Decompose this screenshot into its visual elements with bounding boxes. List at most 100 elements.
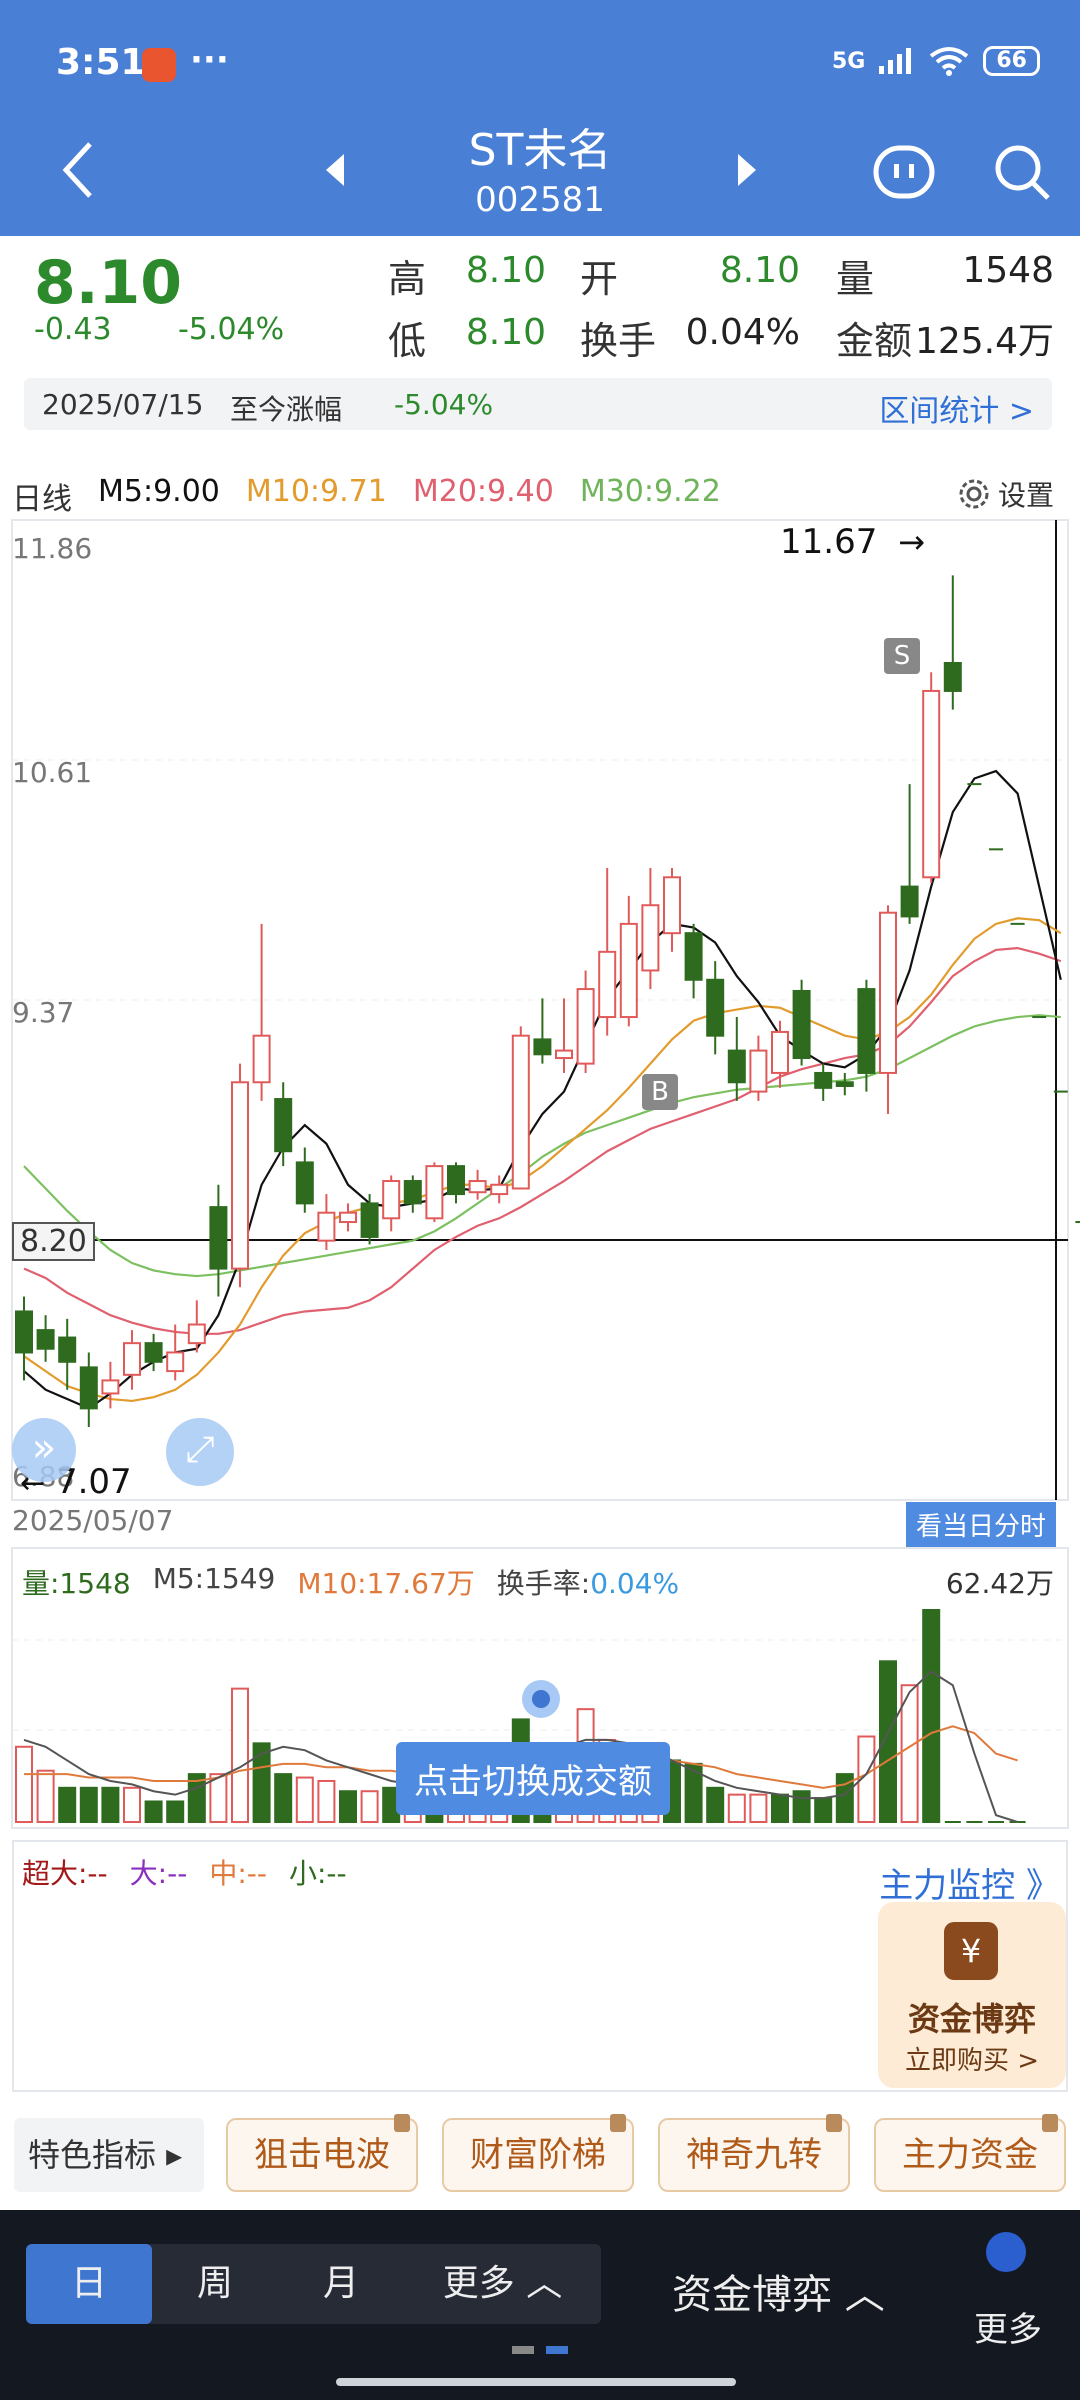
volume-bar [295, 1776, 314, 1823]
promo-title: 资金博弈 [907, 2000, 1036, 2038]
candle-body [123, 1342, 141, 1376]
candle-body [403, 1180, 422, 1205]
page-indicator-dot-active [546, 2346, 568, 2354]
candle-body [619, 922, 638, 1019]
volume-bar [144, 1800, 163, 1824]
lock-icon [826, 2114, 842, 2132]
candle-body [382, 1180, 401, 1220]
volume-bar [15, 1745, 33, 1823]
axis-mid2-label: 9.37 [12, 996, 75, 1029]
turnover-rate-value: 0.04% [590, 1567, 680, 1600]
candle-body [663, 876, 681, 935]
volume-bar [360, 1790, 379, 1824]
home-indicator[interactable] [336, 2378, 736, 2386]
candle-body [231, 1081, 249, 1270]
candle-body [339, 1211, 357, 1224]
volume-max-label: 62.42万 [945, 1567, 1054, 1600]
volume-bar [792, 1790, 811, 1824]
period-month[interactable]: 月 [278, 2244, 404, 2324]
candle-body [706, 978, 725, 1037]
candle-body [555, 1049, 573, 1060]
start-date-label: 2025/05/07 [12, 1504, 174, 1537]
max-price-annotation: 11.67 → [780, 522, 925, 562]
fund-game-button[interactable]: 资金博弈 ︿ [672, 2262, 885, 2320]
volume-bar [339, 1790, 357, 1824]
period-more[interactable]: 更多 ︿ [404, 2244, 601, 2324]
axis-top-label: 11.86 [12, 532, 93, 565]
candle-body [101, 1379, 120, 1395]
candle-body [879, 911, 897, 1074]
volume-bar [123, 1786, 141, 1823]
lock-icon [610, 2114, 626, 2132]
volume-bar [814, 1797, 833, 1824]
volume-bar [166, 1800, 185, 1824]
indicator-label: 狙击电波 [254, 2135, 390, 2175]
indicator-sniper[interactable]: 狙击电波 [226, 2114, 418, 2192]
max-price-label: 11.67 [780, 522, 878, 562]
fund-flow-legend: 超大:-- 大:-- 中:-- 小:-- [22, 1852, 347, 1892]
volume-bar [706, 1786, 725, 1823]
candle-body [447, 1165, 465, 1196]
volume-bar [101, 1786, 120, 1823]
candle-body [317, 1211, 336, 1242]
intraday-button[interactable]: 看当日分时 [906, 1502, 1057, 1547]
flow-small: 小:-- [288, 1857, 347, 1890]
bottom-toolbar: 日 周 月 更多 ︿ [0, 2210, 1080, 2400]
volume-bar [749, 1793, 768, 1823]
indicator-label: 财富阶梯 [470, 2135, 606, 2175]
volume-bar [58, 1786, 77, 1823]
lock-icon [394, 2114, 410, 2132]
candle-body [425, 1165, 444, 1220]
candle-body [166, 1351, 185, 1373]
more-button[interactable]: 更多 [974, 2302, 1042, 2351]
candle-body [922, 689, 941, 879]
buy-marker[interactable]: B [642, 1074, 678, 1110]
candle-body [209, 1206, 228, 1270]
indicator-main-fund[interactable]: 主力资金 [874, 2114, 1066, 2192]
candle-body [490, 1183, 509, 1196]
arrow-right-icon: → [898, 523, 925, 561]
indicator-magic-nine[interactable]: 神奇九转 [658, 2114, 850, 2192]
volume-bar [252, 1742, 271, 1824]
candle-body [857, 988, 876, 1074]
indicator-wealth-ladder[interactable]: 财富阶梯 [442, 2114, 634, 2192]
candle-body [684, 932, 703, 981]
expand-left-button[interactable]: » [12, 1418, 76, 1482]
candle-body [792, 989, 811, 1060]
candle-body [36, 1329, 55, 1350]
candle-body [533, 1038, 552, 1056]
axis-mid1-label: 10.61 [12, 756, 93, 789]
sell-marker[interactable]: S [884, 638, 920, 674]
fullscreen-icon[interactable]: ⤢ [166, 1418, 234, 1486]
candle-body [58, 1336, 77, 1363]
candle-body [144, 1342, 163, 1363]
volume-bar [771, 1793, 789, 1823]
candle-body [79, 1366, 98, 1410]
fund-game-promo[interactable]: ¥ 资金博弈 立即购买 > [878, 1902, 1066, 2088]
more-avatar-icon[interactable] [986, 2232, 1026, 2272]
candle-body [835, 1081, 854, 1087]
promo-action: 立即购买 > [904, 2046, 1040, 2076]
flow-big: 大:-- [129, 1857, 188, 1890]
special-indicators-tab[interactable]: 特色指标 ▸ [14, 2118, 204, 2192]
candle-body [274, 1098, 293, 1153]
volume-now: 量:1548 [22, 1567, 131, 1600]
candle-body [641, 904, 660, 972]
coin-card-icon: ¥ [944, 1922, 998, 1980]
period-week[interactable]: 周 [152, 2244, 278, 2324]
page-indicator-dot [512, 2346, 534, 2354]
candle-body [15, 1310, 33, 1354]
main-monitor-link[interactable]: 主力监控 》 [879, 1858, 1060, 1907]
turnover-rate: 换手率:0.04% [497, 1562, 679, 1602]
tooltip-dot [522, 1680, 560, 1718]
period-day[interactable]: 日 [26, 2244, 152, 2324]
volume-bar [274, 1773, 293, 1823]
candle-body [943, 661, 962, 692]
candle-body [360, 1202, 379, 1238]
volume-bar [79, 1786, 98, 1823]
volume-m10: M10:17.67万 [297, 1567, 475, 1600]
volume-legend: 量:1548 M5:1549 M10:17.67万 换手率:0.04% [22, 1562, 679, 1602]
indicator-label: 神奇九转 [686, 2135, 822, 2175]
switch-amount-tooltip[interactable]: 点击切换成交额 [396, 1742, 670, 1815]
current-price-label: 8.20 [12, 1222, 95, 1261]
